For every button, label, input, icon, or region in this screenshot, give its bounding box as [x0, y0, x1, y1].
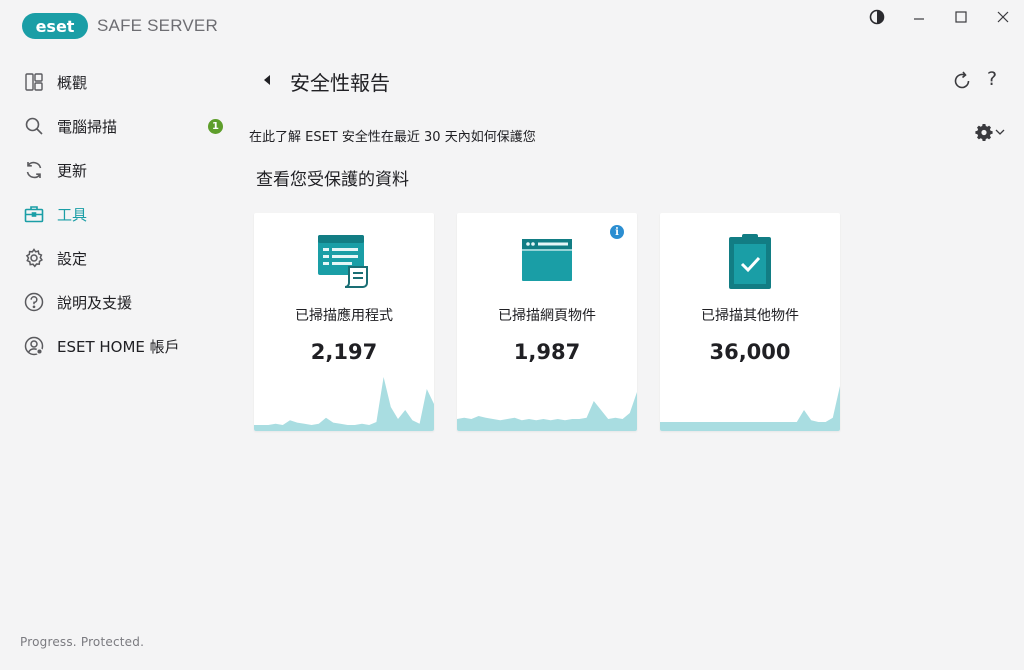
- trend-area: [457, 392, 637, 431]
- app-logo: eset SAFE SERVER: [22, 13, 218, 39]
- overview-icon: [22, 70, 46, 94]
- sidebar-item-computer-scan[interactable]: 電腦掃描 1: [0, 104, 240, 148]
- settings-icon: [22, 246, 46, 270]
- page-title: 安全性報告: [290, 71, 390, 95]
- scan-icon: [22, 114, 46, 138]
- sidebar-item-label: 概觀: [57, 73, 88, 92]
- minimize-button[interactable]: [898, 0, 940, 34]
- report-settings-dropdown[interactable]: [975, 123, 1006, 141]
- close-button[interactable]: [982, 0, 1024, 34]
- sidebar-item-label: 更新: [57, 161, 88, 180]
- back-arrow-icon: [264, 75, 270, 85]
- refresh-icon: [954, 71, 970, 89]
- trend-chart: [660, 386, 840, 431]
- sidebar-item-label: ESET HOME 帳戶: [57, 337, 180, 356]
- sidebar-item-eset-home-account[interactable]: ESET HOME 帳戶: [0, 324, 240, 368]
- maximize-button[interactable]: [940, 0, 982, 34]
- footer-slogan: Progress. Protected.: [20, 635, 145, 649]
- sidebar-item-overview[interactable]: 概觀: [0, 60, 240, 104]
- update-icon: [22, 158, 46, 182]
- card-label: 已掃描其他物件: [701, 308, 799, 324]
- help-button[interactable]: ?: [987, 68, 997, 90]
- back-button[interactable]: [262, 72, 276, 88]
- trend-chart: [254, 377, 434, 431]
- card-value: 2,197: [310, 340, 378, 364]
- sidebar-item-label: 說明及支援: [57, 293, 133, 312]
- card-label: 已掃描應用程式: [295, 308, 393, 324]
- sidebar-item-update[interactable]: 更新: [0, 148, 240, 192]
- help-icon: [22, 290, 46, 314]
- sidebar: 概觀 電腦掃描 1 更新 工具 設定 說明及支援 ESET HOME 帳戶: [0, 60, 240, 368]
- sidebar-item-tools[interactable]: 工具: [0, 192, 240, 236]
- refresh-button[interactable]: [951, 70, 973, 92]
- sidebar-item-settings[interactable]: 設定: [0, 236, 240, 280]
- card-scanned-other-objects[interactable]: 已掃描其他物件 36,000: [660, 213, 840, 431]
- card-value: 1,987: [513, 340, 581, 364]
- product-name: SAFE SERVER: [97, 16, 218, 35]
- applications-icon: [254, 233, 434, 291]
- sidebar-item-label: 電腦掃描: [57, 117, 118, 136]
- web-objects-icon: [457, 233, 637, 291]
- eset-logo: eset: [22, 13, 88, 39]
- tools-icon: [22, 202, 46, 226]
- theme-toggle-icon: [869, 9, 885, 25]
- trend-chart: [457, 392, 637, 431]
- sidebar-item-label: 設定: [57, 249, 88, 268]
- trend-area: [660, 386, 840, 431]
- chevron-down-icon: [995, 129, 1005, 135]
- trend-area: [254, 377, 434, 431]
- card-scanned-applications[interactable]: 已掃描應用程式 2,197: [254, 213, 434, 431]
- card-scanned-web-objects[interactable]: i 已掃描網頁物件 1,987: [457, 213, 637, 431]
- gear-icon: [975, 124, 993, 141]
- maximize-icon: [955, 11, 967, 23]
- card-value: 36,000: [709, 340, 791, 364]
- report-description: 在此了解 ESET 安全性在最近 30 天內如何保護您: [249, 130, 536, 145]
- section-title: 查看您受保護的資料: [256, 170, 409, 190]
- other-objects-icon: [660, 233, 840, 291]
- account-icon: [22, 334, 46, 358]
- notification-badge: 1: [208, 119, 223, 134]
- sidebar-item-label: 工具: [57, 205, 88, 224]
- close-icon: [997, 11, 1009, 23]
- sidebar-item-help-support[interactable]: 說明及支援: [0, 280, 240, 324]
- minimize-icon: [914, 18, 924, 20]
- card-label: 已掃描網頁物件: [498, 308, 596, 324]
- theme-toggle-button[interactable]: [856, 0, 898, 34]
- window-controls: [856, 0, 1024, 34]
